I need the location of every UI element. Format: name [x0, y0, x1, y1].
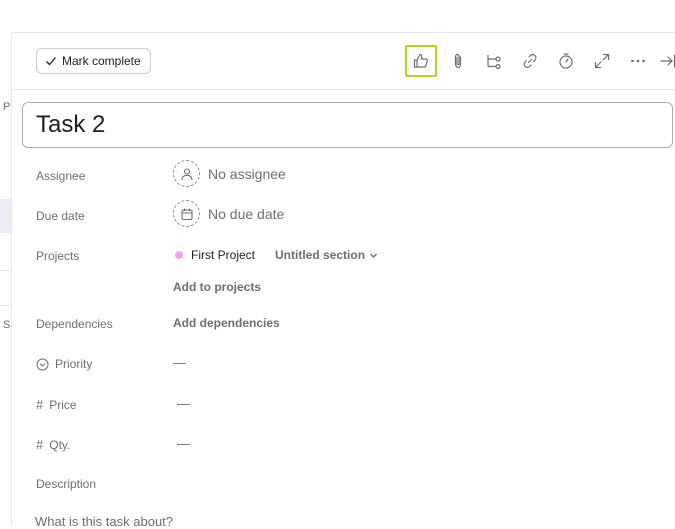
check-icon: [46, 57, 56, 66]
description-input[interactable]: What is this task about?: [35, 514, 173, 529]
due-date-field[interactable]: No due date: [173, 200, 284, 227]
link-icon: [523, 53, 537, 69]
project-color-dot: [175, 251, 183, 259]
row-divider: [0, 305, 11, 306]
add-subtask-button[interactable]: [478, 45, 510, 77]
priority-value[interactable]: —: [173, 355, 186, 370]
top-divider: [12, 32, 675, 33]
project-name[interactable]: First Project: [191, 248, 255, 262]
projects-label: Projects: [36, 249, 80, 263]
full-screen-button[interactable]: [586, 45, 618, 77]
thumbs-up-icon: [413, 53, 428, 68]
section-dropdown[interactable]: Untitled section: [275, 248, 378, 262]
toolbar-divider: [12, 89, 675, 90]
close-panel-icon: [660, 54, 675, 68]
due-date-label: Due date: [36, 209, 85, 223]
calendar-icon: [173, 200, 200, 227]
more-icon: [631, 59, 645, 63]
list-row-fragment: S: [3, 319, 11, 331]
description-label: Description: [36, 477, 97, 491]
hash-icon: #: [36, 437, 44, 452]
mark-complete-label: Mark complete: [62, 54, 141, 68]
like-button[interactable]: [405, 45, 437, 77]
attach-button[interactable]: [442, 45, 474, 77]
price-label: Price: [49, 397, 77, 412]
copy-link-button[interactable]: [514, 45, 546, 77]
add-to-projects-button[interactable]: Add to projects: [173, 280, 261, 294]
time-tracking-button[interactable]: [550, 45, 582, 77]
row-divider: [0, 270, 11, 271]
section-label: Untitled section: [275, 248, 366, 262]
project-row[interactable]: First Project Untitled section: [175, 248, 378, 262]
priority-label: Priority: [55, 357, 93, 371]
task-list-edge: P S: [0, 33, 12, 526]
list-column-fragment: P: [3, 101, 11, 113]
paperclip-icon: [454, 53, 462, 69]
priority-label-row: Priority: [36, 357, 92, 371]
chevron-circle-icon: [36, 358, 49, 370]
selected-row-highlight: [0, 199, 11, 233]
assignee-label: Assignee: [36, 169, 86, 183]
task-title-input[interactable]: Task 2: [22, 102, 673, 148]
dependencies-label: Dependencies: [36, 317, 113, 331]
close-details-button[interactable]: [658, 45, 675, 77]
chevron-down-icon: [370, 253, 378, 258]
price-label-row: # Price: [36, 397, 77, 412]
subtask-icon: [487, 55, 501, 70]
person-icon: [173, 160, 200, 187]
price-value[interactable]: —: [177, 396, 190, 411]
qty-label: Qty.: [49, 437, 71, 452]
due-date-value: No due date: [208, 205, 285, 222]
mark-complete-button[interactable]: Mark complete: [36, 48, 151, 74]
assignee-field[interactable]: No assignee: [173, 160, 286, 187]
assignee-value: No assignee: [208, 165, 286, 182]
timer-icon: [559, 53, 573, 69]
qty-label-row: # Qty.: [36, 437, 70, 452]
expand-icon: [594, 53, 610, 69]
add-dependencies-button[interactable]: Add dependencies: [173, 316, 280, 330]
more-actions-button[interactable]: [622, 45, 654, 77]
hash-icon: #: [36, 397, 44, 412]
qty-value[interactable]: —: [177, 436, 190, 451]
